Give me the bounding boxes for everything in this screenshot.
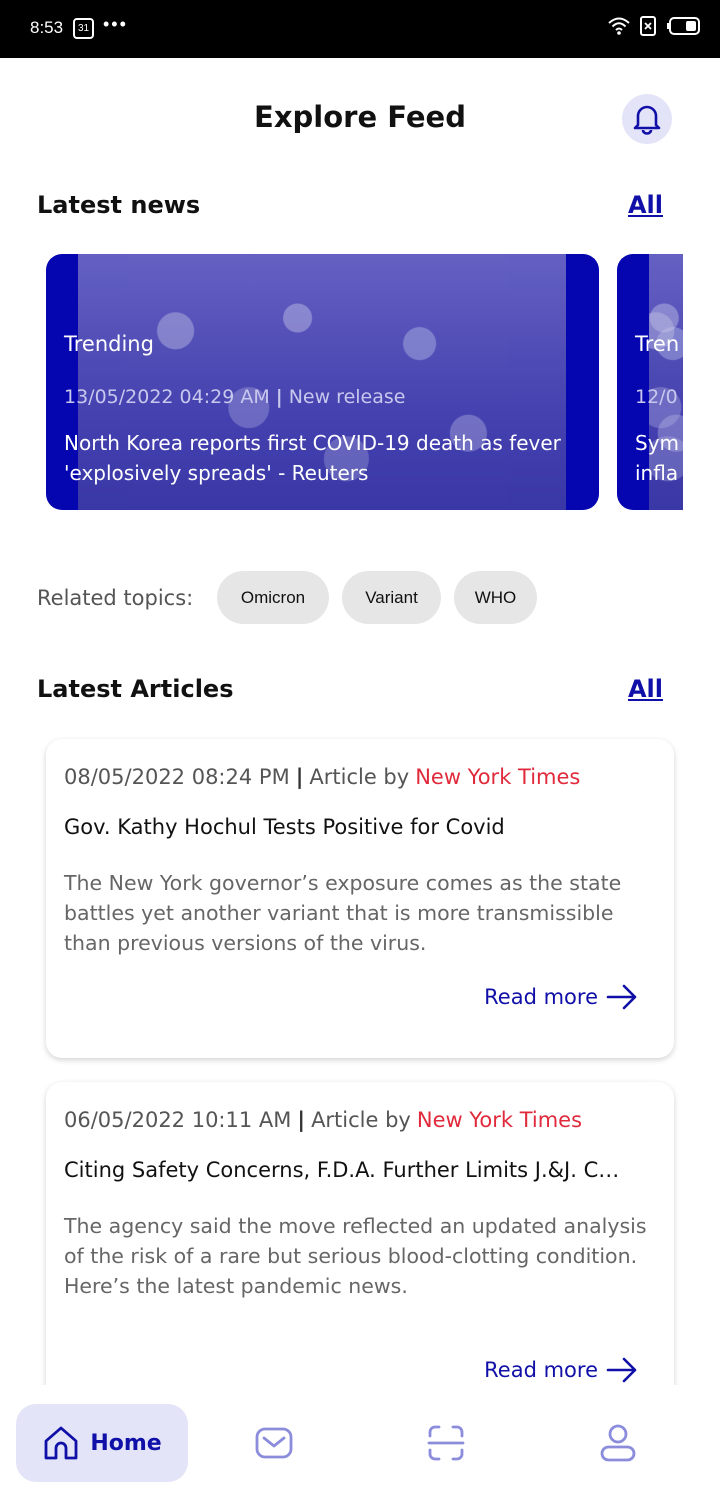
news-meta: 13/05/2022 04:29 AM | New release — [64, 386, 405, 408]
latest-articles-all-link[interactable]: All — [628, 675, 663, 703]
article-source[interactable]: New York Times — [415, 765, 580, 789]
latest-news-title: Latest news — [37, 191, 201, 219]
latest-news-all-link[interactable]: All — [628, 191, 663, 219]
status-icons — [608, 16, 700, 36]
article-date: 06/05/2022 10:11 AM — [64, 1108, 292, 1132]
topic-chip-variant[interactable]: Variant — [342, 571, 441, 624]
article-card[interactable]: 08/05/2022 08:24 PM | Article by New York T… — [46, 739, 674, 1058]
article-title: Gov. Kathy Hochul Tests Positive for Cov… — [64, 815, 505, 839]
bottom-navigation: Home — [0, 1385, 720, 1500]
article-description: The New York governor’s exposure comes a… — [64, 871, 622, 955]
article-source[interactable]: New York Times — [417, 1108, 582, 1132]
separator: | — [297, 1108, 306, 1132]
page-title: Explore Feed — [254, 100, 466, 134]
separator: | — [295, 765, 304, 789]
more-notifications-icon: ••• — [103, 14, 128, 34]
related-topics-label: Related topics: — [37, 586, 194, 610]
nav-profile-button[interactable] — [598, 1423, 638, 1463]
sim-icon — [640, 16, 656, 36]
arrow-right-icon — [606, 1357, 637, 1383]
news-card[interactable]: Trending 13/05/2022 04:29 AM | New release… — [46, 254, 599, 510]
notifications-button[interactable] — [622, 94, 672, 144]
scan-icon — [427, 1425, 465, 1461]
article-meta: 06/05/2022 10:11 AM | Article by New York T… — [64, 1108, 582, 1132]
read-more-label: Read more — [484, 985, 598, 1009]
article-meta: 08/05/2022 08:24 PM | Article by New York T… — [64, 765, 580, 789]
user-icon — [600, 1424, 636, 1462]
article-title: Citing Safety Concerns, F.D.A. Further L… — [64, 1158, 620, 1182]
separator: | — [275, 386, 283, 408]
nav-home-button[interactable]: Home — [16, 1404, 188, 1482]
bell-icon — [633, 105, 661, 135]
article-date: 08/05/2022 08:24 PM — [64, 765, 290, 789]
mail-icon — [255, 1427, 293, 1459]
arrow-right-icon — [606, 984, 637, 1010]
wifi-icon — [608, 17, 630, 35]
latest-articles-title: Latest Articles — [37, 675, 234, 703]
news-date: 13/05/2022 04:29 AM — [64, 386, 270, 408]
news-headline: North Korea reports first COVID-19 death… — [64, 431, 561, 485]
nav-messages-button[interactable] — [254, 1423, 294, 1463]
read-more-link[interactable]: Read more — [484, 1356, 638, 1384]
calendar-icon: 31 — [73, 18, 94, 39]
news-tag: Trending — [64, 332, 154, 356]
article-description: The agency said the move reflected an up… — [64, 1214, 647, 1298]
article-card[interactable]: 06/05/2022 10:11 AM | Article by New York T… — [46, 1082, 674, 1422]
news-card[interactable]: Tren 12/0 Sym infla — [617, 254, 683, 510]
nav-home-label: Home — [90, 1430, 162, 1456]
news-date: 12/0 — [635, 386, 678, 408]
status-bar: 8:53 31 ••• — [0, 0, 720, 58]
news-type: New release — [288, 386, 406, 408]
news-tag: Tren — [635, 332, 680, 356]
topic-chip-who[interactable]: WHO — [454, 571, 537, 624]
news-headline: Sym infla — [635, 431, 680, 485]
read-more-link[interactable]: Read more — [484, 983, 638, 1011]
article-by-label: Article by — [309, 765, 410, 789]
topic-chip-omicron[interactable]: Omicron — [217, 571, 329, 624]
article-by-label: Article by — [311, 1108, 411, 1132]
nav-scan-button[interactable] — [426, 1423, 466, 1463]
battery-icon — [667, 17, 700, 35]
read-more-label: Read more — [484, 1358, 598, 1382]
status-time: 8:53 — [30, 18, 64, 37]
home-icon — [44, 1426, 78, 1460]
